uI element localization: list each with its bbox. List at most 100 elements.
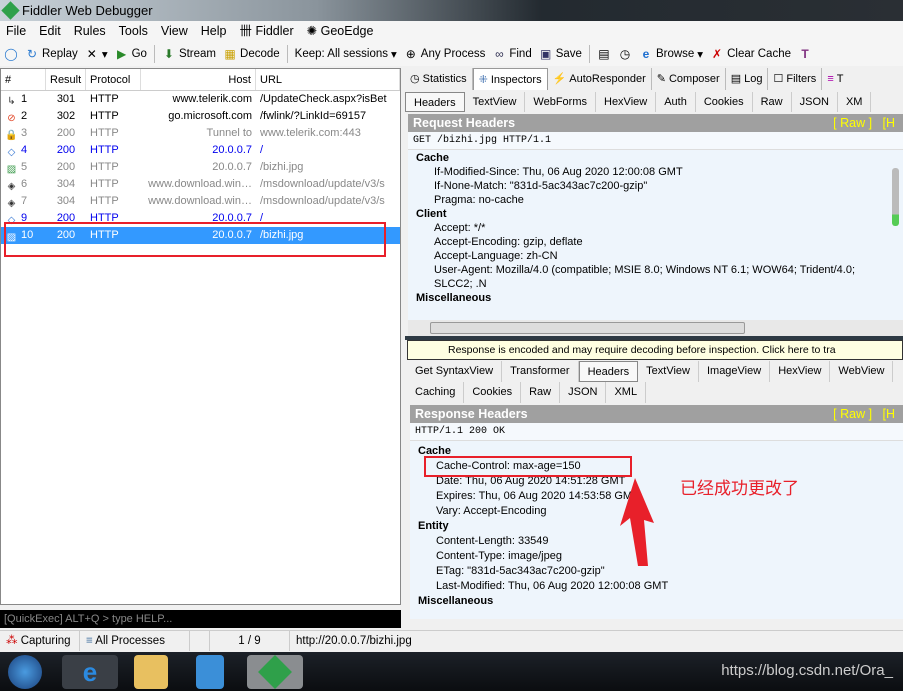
- tab-label: Inspectors: [490, 73, 542, 86]
- stream-button[interactable]: ⬇ Stream: [162, 47, 216, 61]
- browse-button[interactable]: e Browse ▾: [639, 47, 703, 61]
- capturing-label: Capturing: [20, 635, 71, 647]
- tab-textview[interactable]: TextView: [465, 92, 526, 112]
- menu-edit[interactable]: Edit: [39, 21, 61, 42]
- tab-transformer[interactable]: Transformer: [502, 361, 579, 382]
- tab-inspectors[interactable]: ⁜ Inspectors: [472, 68, 548, 90]
- col-url[interactable]: URL: [256, 69, 400, 90]
- session-id: ⊘ 2: [1, 108, 46, 125]
- tab-get-syntaxview[interactable]: Get SyntaxView: [407, 361, 503, 382]
- tab-raw[interactable]: Raw: [521, 382, 561, 403]
- find-button[interactable]: ∞ Find: [492, 47, 532, 61]
- tab-xml[interactable]: XML: [606, 382, 647, 403]
- clear-cache-button[interactable]: ✗ Clear Cache: [710, 47, 791, 61]
- session-row[interactable]: 🔒 3 200 HTTP Tunnel to www.telerik.com:443: [1, 125, 400, 142]
- session-row[interactable]: ◇ 4 200 HTTP 20.0.0.7/: [1, 142, 400, 159]
- tab-filters[interactable]: ☐ Filters: [768, 68, 823, 90]
- col-result[interactable]: Result: [46, 69, 86, 90]
- header-definitions-link[interactable]: [H: [883, 407, 896, 421]
- menu-geoedge[interactable]: ✺ GeoEdge: [307, 21, 374, 42]
- session-url: /msdownload/update/v3/s: [260, 195, 385, 207]
- ie-taskbar-icon[interactable]: e: [62, 655, 118, 689]
- tab-hexview[interactable]: HexView: [596, 92, 657, 112]
- tab-cookies[interactable]: Cookies: [464, 382, 522, 403]
- sessions-list[interactable]: # Result Protocol Host URL ↳ 1 301 HTTP www.…: [0, 68, 401, 605]
- text-wizard-icon[interactable]: T: [798, 47, 812, 61]
- tab-headers[interactable]: Headers: [578, 361, 639, 382]
- session-row[interactable]: ◈ 7 304 HTTP www.download.win…/msdownload/up…: [1, 193, 400, 210]
- session-row[interactable]: ↳ 1 301 HTTP www.telerik.com/UpdateCheck.asp…: [1, 91, 400, 108]
- col-number[interactable]: #: [1, 69, 46, 90]
- tab-caching[interactable]: Caching: [407, 382, 465, 403]
- menu-tools[interactable]: Tools: [119, 21, 148, 42]
- tab-auth[interactable]: Auth: [656, 92, 696, 112]
- menu-rules[interactable]: Rules: [74, 21, 106, 42]
- any-process-button[interactable]: ⊕ Any Process: [404, 47, 486, 61]
- process-filter[interactable]: ≡ All Processes: [80, 631, 190, 651]
- remove-button[interactable]: ✕ ▾: [85, 47, 108, 61]
- tab-cookies[interactable]: Cookies: [696, 92, 753, 112]
- lock-icon: 🔒: [5, 130, 18, 141]
- tab-autoresponder[interactable]: ⚡ AutoResponder: [548, 68, 652, 90]
- menu-view[interactable]: View: [161, 21, 188, 42]
- menu-help[interactable]: Help: [201, 21, 227, 42]
- timer-icon[interactable]: ◷: [618, 47, 632, 61]
- screenshot-icon[interactable]: ▤: [597, 47, 611, 61]
- scrollbar-thumb[interactable]: [430, 322, 745, 334]
- session-row[interactable]: ◈ 6 304 HTTP www.download.win…/msdownload/up…: [1, 176, 400, 193]
- vertical-scrollbar-thumb[interactable]: [892, 168, 899, 226]
- crosshair-icon: ⊕: [405, 47, 416, 61]
- session-row[interactable]: ⊘ 2 302 HTTP go.microsoft.com/fwlink/?LinkId…: [1, 108, 400, 125]
- tab-composer[interactable]: ✎ Composer: [652, 68, 726, 90]
- menu-fiddler[interactable]: 卌 Fiddler: [239, 21, 293, 42]
- save-icon: ▣: [540, 47, 552, 61]
- horizontal-scrollbar[interactable]: [408, 320, 903, 336]
- tab-timeline[interactable]: ≡ T: [822, 68, 848, 90]
- tab-label: Log: [744, 73, 763, 85]
- session-row[interactable]: ▨ 5 200 HTTP 20.0.0.7/bizhi.jpg: [1, 159, 400, 176]
- go-button[interactable]: ▶ Go: [115, 47, 147, 61]
- decode-button[interactable]: ▦ Decode: [223, 47, 279, 61]
- save-label: Save: [555, 48, 582, 60]
- session-url: /fwlink/?LinkId=69157: [260, 110, 367, 122]
- tab-raw[interactable]: Raw: [753, 92, 792, 112]
- tab-log[interactable]: ▤ Log: [726, 68, 769, 90]
- tab-textview[interactable]: TextView: [638, 361, 699, 382]
- raw-link[interactable]: [ Raw ] [H: [833, 405, 895, 423]
- tab-json[interactable]: JSON: [560, 382, 607, 403]
- menu-file[interactable]: File: [6, 21, 26, 42]
- tab-json[interactable]: JSON: [792, 92, 838, 112]
- raw-link[interactable]: [ Raw ] [H: [833, 114, 895, 132]
- keep-sessions-dropdown[interactable]: Keep: All sessions ▾: [295, 47, 397, 61]
- quickexec-input[interactable]: [QuickExec] ALT+Q > type HELP...: [0, 610, 401, 628]
- tab-hexview[interactable]: HexView: [770, 361, 831, 382]
- header-definitions-link[interactable]: [H: [883, 116, 896, 130]
- stream-arrow-icon: ⬇: [163, 47, 174, 61]
- media-player-taskbar-icon[interactable]: [196, 655, 224, 689]
- session-protocol: HTTP: [90, 110, 119, 122]
- comment-icon[interactable]: ◯: [4, 47, 18, 61]
- header-line: User-Agent: Mozilla/4.0 (compatible; MSI…: [434, 264, 856, 290]
- fiddler-taskbar-icon[interactable]: [247, 655, 303, 689]
- html-icon: ◇: [7, 147, 16, 158]
- col-protocol[interactable]: Protocol: [86, 69, 141, 90]
- start-button-icon[interactable]: [8, 655, 42, 689]
- replay-button[interactable]: ↻ Replay: [25, 47, 78, 61]
- tab-webview[interactable]: WebView: [830, 361, 894, 382]
- tab-statistics[interactable]: ◷ Statistics: [405, 68, 473, 90]
- tab-label: Statistics: [422, 73, 467, 85]
- tab-xm[interactable]: XM: [838, 92, 872, 112]
- raw-link-text: [ Raw ]: [833, 116, 873, 130]
- decode-banner[interactable]: Response is encoded and may require deco…: [407, 340, 903, 360]
- save-button[interactable]: ▣ Save: [539, 47, 582, 61]
- tab-headers[interactable]: Headers: [405, 92, 465, 112]
- explorer-taskbar-icon[interactable]: [134, 655, 168, 689]
- binoculars-icon: ∞: [495, 47, 504, 61]
- session-id: ◈ 6: [1, 176, 46, 193]
- tab-imageview[interactable]: ImageView: [699, 361, 771, 382]
- tab-webforms[interactable]: WebForms: [525, 92, 596, 112]
- col-host[interactable]: Host: [141, 69, 256, 90]
- keep-label: Keep: All sessions: [294, 48, 388, 60]
- session-protocol: HTTP: [90, 161, 119, 173]
- capturing-toggle[interactable]: ⁂ Capturing: [0, 631, 80, 651]
